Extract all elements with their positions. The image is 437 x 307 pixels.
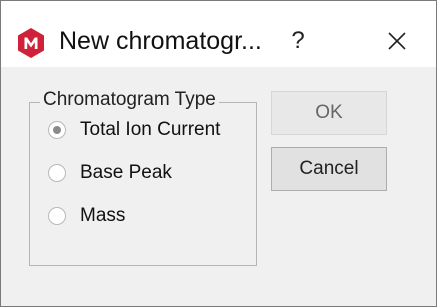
radio-mass[interactable]: Mass — [48, 203, 125, 229]
group-legend: Chromatogram Type — [40, 89, 219, 111]
ok-button[interactable]: OK — [271, 91, 387, 135]
dialog-window: New chromatogr... ? Chromatogram Type To… — [0, 0, 437, 307]
radio-button[interactable] — [48, 121, 66, 139]
radio-button[interactable] — [48, 207, 66, 225]
radio-total-ion-current[interactable]: Total Ion Current — [48, 117, 220, 143]
cancel-button[interactable]: Cancel — [271, 147, 387, 191]
radio-base-peak[interactable]: Base Peak — [48, 160, 172, 186]
title-bar[interactable]: New chromatogr... ? — [1, 1, 436, 67]
chromatogram-type-group: Chromatogram Type Total Ion Current Base… — [29, 89, 257, 266]
radio-label: Total Ion Current — [80, 119, 221, 140]
app-logo-icon — [18, 28, 44, 58]
radio-label: Base Peak — [80, 162, 172, 183]
help-button[interactable]: ? — [280, 23, 316, 59]
dialog-title: New chromatogr... — [59, 27, 262, 55]
radio-label: Mass — [80, 205, 126, 226]
dialog-body: Chromatogram Type Total Ion Current Base… — [1, 67, 436, 306]
close-icon[interactable] — [375, 23, 419, 59]
radio-button[interactable] — [48, 164, 66, 182]
